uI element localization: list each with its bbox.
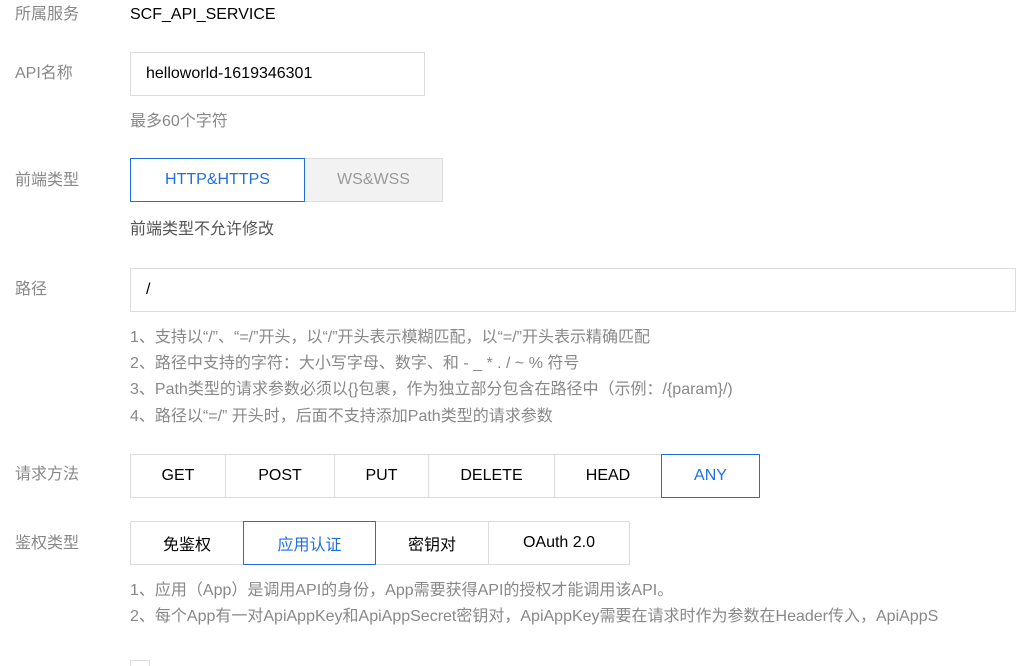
frontend-type-selector: HTTP&HTTPS WS&WSS	[130, 158, 443, 202]
path-hint-2: 2、路径中支持的字符：大小写字母、数字、和 - _ * . / ~ % 符号	[130, 355, 580, 372]
auth-type-option-oauth[interactable]: OAuth 2.0	[488, 521, 630, 565]
path-input[interactable]	[130, 268, 1016, 312]
auth-type-option-app[interactable]: 应用认证	[243, 521, 376, 565]
method-selector: GET POST PUT DELETE HEAD ANY	[130, 454, 760, 498]
auth-type-selector: 免鉴权 应用认证 密钥对 OAuth 2.0	[130, 521, 630, 565]
frontend-type-hint: 前端类型不允许修改	[130, 221, 275, 238]
checkbox[interactable]	[130, 660, 150, 666]
method-option-put[interactable]: PUT	[334, 454, 429, 498]
path-label: 路径	[15, 281, 48, 298]
method-option-post[interactable]: POST	[225, 454, 335, 498]
path-hint-1: 1、支持以“/”、“=/”开头，以“/”开头表示模糊匹配，以“=/”开头表示精确…	[130, 329, 650, 346]
method-option-head[interactable]: HEAD	[554, 454, 662, 498]
api-name-input[interactable]	[130, 52, 425, 96]
path-hint-4: 4、路径以“=/” 开头时，后面不支持添加Path类型的请求参数	[130, 408, 553, 425]
frontend-type-option-http[interactable]: HTTP&HTTPS	[130, 158, 305, 202]
service-label: 所属服务	[15, 6, 80, 23]
auth-type-hint-2: 2、每个App有一对ApiAppKey和ApiAppSecret密钥对，ApiA…	[130, 608, 939, 625]
path-hint-3: 3、Path类型的请求参数必须以{}包裹，作为独立部分包含在路径中（示例：/{p…	[130, 381, 733, 398]
auth-type-option-none[interactable]: 免鉴权	[130, 521, 244, 565]
service-value: SCF_API_SERVICE	[130, 6, 276, 23]
method-option-get[interactable]: GET	[130, 454, 226, 498]
method-label: 请求方法	[15, 466, 80, 483]
api-name-label: API名称	[15, 65, 73, 82]
frontend-type-option-ws[interactable]: WS&WSS	[304, 158, 443, 202]
auth-type-option-keypair[interactable]: 密钥对	[375, 521, 489, 565]
method-option-any[interactable]: ANY	[661, 454, 760, 498]
auth-type-hint-1: 1、应用（App）是调用API的身份，App需要获得API的授权才能调用该API…	[130, 582, 674, 599]
api-name-hint: 最多60个字符	[130, 113, 228, 130]
api-config-form: 所属服务 SCF_API_SERVICE API名称 最多60个字符 前端类型 …	[0, 0, 1024, 666]
auth-type-label: 鉴权类型	[15, 535, 80, 552]
frontend-type-label: 前端类型	[15, 172, 80, 189]
method-option-delete[interactable]: DELETE	[428, 454, 555, 498]
